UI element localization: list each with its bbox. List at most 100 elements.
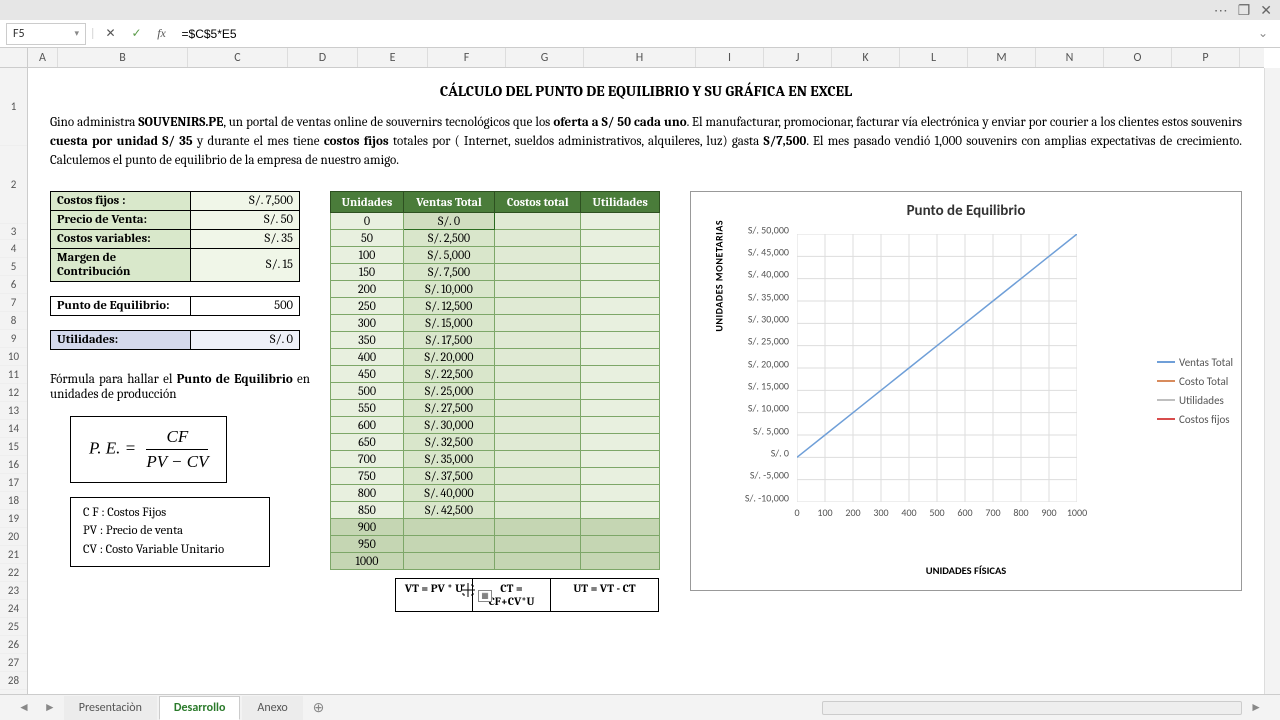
formula-input[interactable]	[176, 23, 1248, 45]
table-row[interactable]: 800S/. 40,000	[331, 484, 660, 501]
row-29[interactable]: 29	[0, 690, 27, 694]
row-2[interactable]: 2	[0, 146, 27, 224]
row-17[interactable]: 17	[0, 474, 27, 492]
col-J[interactable]: J	[764, 48, 832, 67]
expand-formula-icon[interactable]: ⌄	[1252, 26, 1274, 41]
row-15[interactable]: 15	[0, 438, 27, 456]
pe-label: Punto de Equilibrio:	[51, 296, 191, 315]
close-icon[interactable]: ✕	[1260, 2, 1272, 19]
row-8[interactable]: 8	[0, 312, 27, 330]
table-row[interactable]: 500S/. 25,000	[331, 382, 660, 399]
restore-icon[interactable]: ❐	[1238, 2, 1251, 19]
margen-value[interactable]: S/. 15	[191, 248, 300, 281]
tab-prev-icon[interactable]: ◄	[12, 700, 36, 715]
row-24[interactable]: 24	[0, 600, 27, 618]
row-11[interactable]: 11	[0, 366, 27, 384]
row-7[interactable]: 7	[0, 294, 27, 312]
table-row[interactable]: 750S/. 37,500	[331, 467, 660, 484]
table-row[interactable]: 600S/. 30,000	[331, 416, 660, 433]
costos-variables-value[interactable]: S/. 35	[191, 229, 300, 248]
col-F[interactable]: F	[428, 48, 506, 67]
row-20[interactable]: 20	[0, 528, 27, 546]
chart-ylabel: UNIDADES MONETARIAS	[713, 219, 726, 331]
costos-fijos-value[interactable]: S/. 7,500	[191, 191, 300, 210]
col-H[interactable]: H	[584, 48, 696, 67]
tab-anexo[interactable]: Anexo	[242, 696, 302, 720]
col-G[interactable]: G	[506, 48, 584, 67]
select-all-corner[interactable]	[0, 48, 28, 67]
row-26[interactable]: 26	[0, 636, 27, 654]
row-3[interactable]: 3	[0, 224, 27, 240]
row-4[interactable]: 4	[0, 240, 27, 258]
row-21[interactable]: 21	[0, 546, 27, 564]
col-P[interactable]: P	[1172, 48, 1240, 67]
row-16[interactable]: 16	[0, 456, 27, 474]
more-icon[interactable]: ⋯	[1214, 2, 1228, 19]
col-A[interactable]: A	[28, 48, 58, 67]
row-10[interactable]: 10	[0, 348, 27, 366]
name-box[interactable]: F5	[6, 23, 86, 45]
table-row[interactable]: 650S/. 32,500	[331, 433, 660, 450]
table-row[interactable]: 0S/. 0	[331, 212, 660, 229]
vertical-scrollbar[interactable]	[1264, 68, 1280, 694]
row-headers[interactable]: 1234567891011121314151617181920212223242…	[0, 68, 28, 694]
table-row[interactable]: 900	[331, 518, 660, 535]
row-14[interactable]: 14	[0, 420, 27, 438]
table-row[interactable]: 850S/. 42,500	[331, 501, 660, 518]
table-row[interactable]: 300S/. 15,000	[331, 314, 660, 331]
col-I[interactable]: I	[696, 48, 764, 67]
col-E[interactable]: E	[358, 48, 428, 67]
col-header: Utilidades	[581, 191, 660, 212]
pe-value[interactable]: 500	[191, 296, 300, 315]
row-13[interactable]: 13	[0, 402, 27, 420]
row-1[interactable]: 1	[0, 68, 27, 146]
horizontal-scrollbar[interactable]	[822, 701, 1242, 715]
data-table[interactable]: UnidadesVentas TotalCostos totalUtilidad…	[330, 191, 660, 570]
confirm-icon[interactable]: ✓	[126, 26, 148, 41]
tab-next-icon[interactable]: ►	[38, 700, 62, 715]
chart[interactable]: Punto de Equilibrio UNIDADES MONETARIAS …	[690, 191, 1242, 591]
col-C[interactable]: C	[188, 48, 288, 67]
row-22[interactable]: 22	[0, 564, 27, 582]
table-row[interactable]: 550S/. 27,500	[331, 399, 660, 416]
col-L[interactable]: L	[900, 48, 968, 67]
row-23[interactable]: 23	[0, 582, 27, 600]
add-sheet-icon[interactable]: ⊕	[305, 699, 333, 716]
col-N[interactable]: N	[1036, 48, 1104, 67]
scroll-right-icon[interactable]: ►	[1244, 700, 1268, 715]
cancel-icon[interactable]: ✕	[100, 26, 122, 41]
table-row[interactable]: 450S/. 22,500	[331, 365, 660, 382]
row-12[interactable]: 12	[0, 384, 27, 402]
col-D[interactable]: D	[288, 48, 358, 67]
table-row[interactable]: 1000	[331, 552, 660, 569]
tab-presentacion[interactable]: Presentaciòn	[64, 696, 157, 720]
col-K[interactable]: K	[832, 48, 900, 67]
table-row[interactable]: 200S/. 10,000	[331, 280, 660, 297]
precio-venta-value[interactable]: S/. 50	[191, 210, 300, 229]
row-25[interactable]: 25	[0, 618, 27, 636]
table-row[interactable]: 100S/. 5,000	[331, 246, 660, 263]
row-6[interactable]: 6	[0, 276, 27, 294]
table-row[interactable]: 250S/. 12,500	[331, 297, 660, 314]
table-row[interactable]: 950	[331, 535, 660, 552]
table-row[interactable]: 700S/. 35,000	[331, 450, 660, 467]
table-row[interactable]: 50S/. 2,500	[331, 229, 660, 246]
column-headers[interactable]: ABCDEFGHIJKLMNOP	[0, 48, 1264, 68]
row-19[interactable]: 19	[0, 510, 27, 528]
autofill-options-icon[interactable]: ▦	[478, 590, 492, 602]
table-row[interactable]: 350S/. 17,500	[331, 331, 660, 348]
row-5[interactable]: 5	[0, 258, 27, 276]
col-B[interactable]: B	[58, 48, 188, 67]
col-O[interactable]: O	[1104, 48, 1172, 67]
table-row[interactable]: 150S/. 7,500	[331, 263, 660, 280]
table-row[interactable]: 400S/. 20,000	[331, 348, 660, 365]
row-18[interactable]: 18	[0, 492, 27, 510]
col-M[interactable]: M	[968, 48, 1036, 67]
fx-icon[interactable]: fx	[152, 26, 172, 41]
row-28[interactable]: 28	[0, 672, 27, 690]
utilidades-value[interactable]: S/. 0	[191, 330, 300, 349]
chart-title: Punto de Equilibrio	[703, 202, 1229, 220]
tab-desarrollo[interactable]: Desarrollo	[159, 696, 241, 720]
row-9[interactable]: 9	[0, 330, 27, 348]
row-27[interactable]: 27	[0, 654, 27, 672]
